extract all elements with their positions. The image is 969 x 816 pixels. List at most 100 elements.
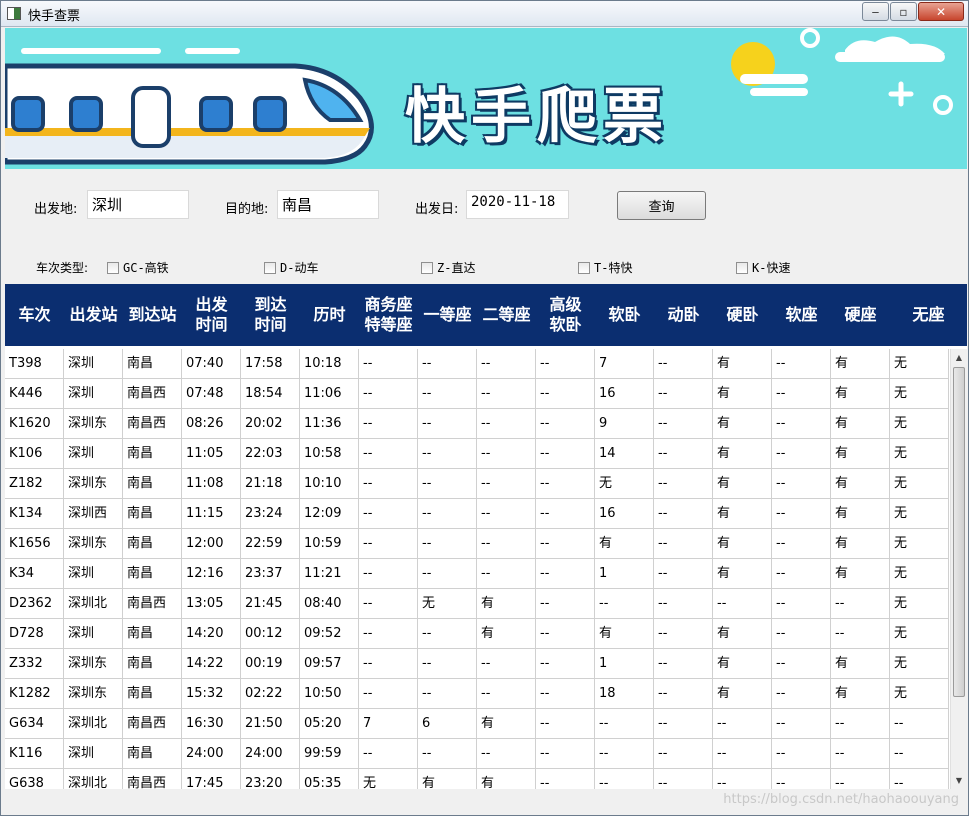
table-cell: -- (772, 739, 831, 769)
table-cell: 有 (831, 529, 890, 559)
table-row[interactable]: K1656 深圳东 南昌 12:00 22:59 10:59 -- -- -- -- 有 -- 有 -- 有… (5, 529, 949, 559)
column-header[interactable]: 软座 (772, 284, 831, 346)
table-row[interactable]: K106 深圳 南昌 11:05 22:03 10:58 -- -- -- -- 14 -- 有 -- 有无 (5, 439, 949, 469)
scrollbar-thumb[interactable] (953, 367, 965, 697)
table-cell: -- (654, 529, 713, 559)
table-cell: 6 (418, 709, 477, 739)
table-row[interactable]: G634 深圳北 南昌西 16:30 21:50 05:20 7 6 有 -- -- -- -- -- --… (5, 709, 949, 739)
checkbox-box[interactable] (736, 261, 748, 274)
table-cell: K1656 (5, 529, 64, 559)
table-cell: 深圳东 (64, 529, 123, 559)
table-row[interactable]: K446 深圳 南昌西 07:48 18:54 11:06 -- -- -- -- 16 -- 有 -- 有… (5, 379, 949, 409)
table-row[interactable]: K1620 深圳东 南昌西 08:26 20:02 11:36 -- -- -- -- 9 -- 有 --… (5, 409, 949, 439)
table-cell: -- (890, 769, 949, 789)
table-cell: D2362 (5, 589, 64, 619)
filter-d-checkbox[interactable]: D-动车 (264, 259, 318, 276)
table-cell: -- (477, 379, 536, 409)
column-header[interactable]: 出发 时间 (182, 284, 241, 346)
column-header[interactable]: 二等座 (477, 284, 536, 346)
column-header[interactable]: 出发站 (64, 284, 123, 346)
minimize-button[interactable]: ‒ (862, 2, 889, 21)
table-cell: -- (713, 709, 772, 739)
column-header[interactable]: 到达站 (123, 284, 182, 346)
table-row[interactable]: K1282 深圳东 南昌 15:32 02:22 10:50 -- -- -- -- 18 -- 有 --… (5, 679, 949, 709)
column-header[interactable]: 高级 软卧 (536, 284, 595, 346)
query-button[interactable]: 查询 (617, 191, 706, 220)
table-cell: 10:10 (300, 469, 359, 499)
filter-z-checkbox[interactable]: Z-直达 (421, 259, 475, 276)
checkbox-box[interactable] (107, 261, 119, 274)
column-header[interactable]: 硬卧 (713, 284, 772, 346)
table-cell: 深圳东 (64, 649, 123, 679)
column-header[interactable]: 历时 (300, 284, 359, 346)
table-cell: 南昌 (123, 529, 182, 559)
table-row[interactable]: Z182 深圳东 南昌 11:08 21:18 10:10 -- -- -- -- 无 -- 有 -- 有无 (5, 469, 949, 499)
table-cell: -- (772, 679, 831, 709)
table-cell: -- (536, 439, 595, 469)
table-cell: 07:48 (182, 379, 241, 409)
column-header[interactable]: 一等座 (418, 284, 477, 346)
table-row[interactable]: D728 深圳 南昌 14:20 00:12 09:52 -- -- 有 -- 有 -- 有 -- -- 无 (5, 619, 949, 649)
table-cell: 有 (418, 769, 477, 789)
table-cell: -- (536, 409, 595, 439)
table-cell: 深圳 (64, 439, 123, 469)
table-row[interactable]: D2362 深圳北 南昌西 13:05 21:45 08:40 -- 无有 -- -- -- -- --… (5, 589, 949, 619)
table-cell: G634 (5, 709, 64, 739)
table-cell: 有 (713, 529, 772, 559)
table-cell: -- (654, 379, 713, 409)
from-input[interactable]: 深圳 (87, 190, 189, 219)
table-cell: 深圳北 (64, 769, 123, 789)
column-header[interactable]: 无座 (890, 284, 967, 346)
checkbox-box[interactable] (421, 261, 433, 274)
date-input[interactable]: 2020-11-18 (466, 190, 569, 219)
table-row[interactable]: K134 深圳西 南昌 11:15 23:24 12:09 -- -- -- -- 16 -- 有 -- 有… (5, 499, 949, 529)
vertical-scrollbar[interactable]: ▲ ▼ (950, 349, 967, 789)
table-cell: 7 (359, 709, 418, 739)
table-cell: -- (359, 589, 418, 619)
table-cell: 22:59 (241, 529, 300, 559)
checkbox-box[interactable] (578, 261, 590, 274)
scroll-up-icon[interactable]: ▲ (951, 349, 967, 366)
table-row[interactable]: Z332 深圳东 南昌 14:22 00:19 09:57 -- -- -- -- 1 -- 有 -- 有无 (5, 649, 949, 679)
title-bar[interactable]: 快手查票 ‒ ▫ ✕ (1, 1, 968, 27)
filter-k-checkbox[interactable]: K-快速 (736, 259, 790, 276)
table-row[interactable]: K34 深圳 南昌 12:16 23:37 11:21 -- -- -- -- 1 -- 有 -- 有无 (5, 559, 949, 589)
table-cell: -- (772, 589, 831, 619)
filter-gc-checkbox[interactable]: GC-高铁 (107, 259, 169, 276)
table-cell: 07:40 (182, 349, 241, 379)
table-cell: 23:37 (241, 559, 300, 589)
table-row[interactable]: G638 深圳北 南昌西 17:45 23:20 05:35 无有有 -- -- -- -- -- --… (5, 769, 949, 789)
table-cell: 23:20 (241, 769, 300, 789)
table-cell: T398 (5, 349, 64, 379)
watermark: https://blog.csdn.net/haohaoouyang (723, 792, 959, 807)
close-button[interactable]: ✕ (918, 2, 964, 21)
column-header[interactable]: 商务座 特等座 (359, 284, 418, 346)
table-cell: -- (359, 649, 418, 679)
table-cell: 有 (477, 709, 536, 739)
maximize-button[interactable]: ▫ (890, 2, 917, 21)
table-cell: 有 (713, 379, 772, 409)
table-cell: 有 (831, 469, 890, 499)
scroll-down-icon[interactable]: ▼ (951, 772, 967, 789)
column-header[interactable]: 到达 时间 (241, 284, 300, 346)
table-cell: 无 (359, 769, 418, 789)
table-cell: 有 (831, 439, 890, 469)
table-cell: 17:58 (241, 349, 300, 379)
table-cell: -- (772, 349, 831, 379)
table-cell: 南昌西 (123, 409, 182, 439)
column-header[interactable]: 软卧 (595, 284, 654, 346)
checkbox-box[interactable] (264, 261, 276, 274)
to-input[interactable]: 南昌 (277, 190, 379, 219)
column-header[interactable]: 动卧 (654, 284, 713, 346)
table-row[interactable]: T398 深圳 南昌 07:40 17:58 10:18 -- -- -- -- 7 -- 有 -- 有无 (5, 349, 949, 379)
table-cell: -- (654, 649, 713, 679)
filter-k-label: K-快速 (752, 261, 791, 275)
table-cell: 深圳东 (64, 679, 123, 709)
table-cell: 有 (713, 649, 772, 679)
column-header[interactable]: 硬座 (831, 284, 890, 346)
filter-t-checkbox[interactable]: T-特快 (578, 259, 632, 276)
column-header[interactable]: 车次 (5, 284, 64, 346)
table-cell: -- (418, 619, 477, 649)
table-row[interactable]: K116 深圳 南昌 24:00 24:00 99:59 -- -- -- -- -- -- -- -- -… (5, 739, 949, 769)
table-cell: -- (713, 589, 772, 619)
